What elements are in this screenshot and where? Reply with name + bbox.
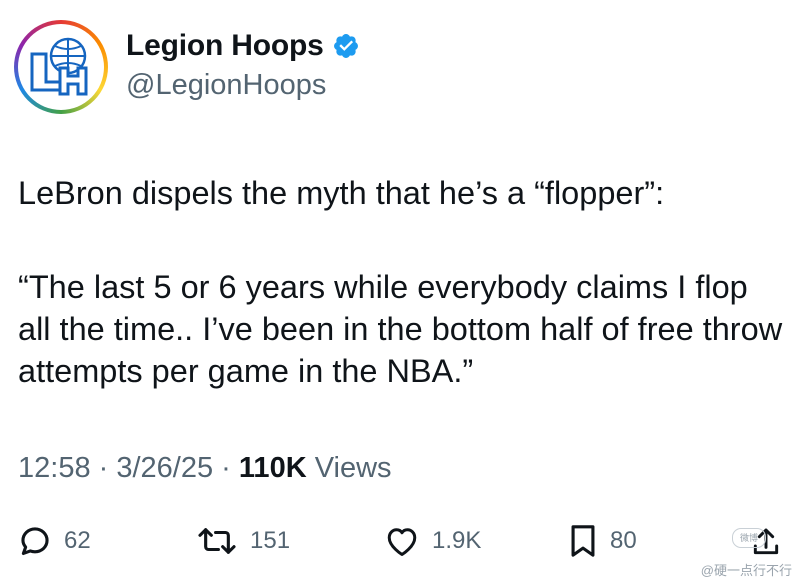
watermark-text: @硬一点行不行 <box>700 563 792 578</box>
tweet-headline: LeBron dispels the myth that he’s a “flo… <box>18 175 665 211</box>
tweet-text: LeBron dispels the myth that he’s a “flo… <box>18 172 788 392</box>
watermark-badge: 微博 <box>732 528 766 548</box>
account-handle[interactable]: @LegionHoops <box>126 69 360 102</box>
verified-badge-icon <box>333 33 358 58</box>
tweet-actions: 62 151 1.9K 80 <box>16 520 796 560</box>
bookmark-button[interactable]: 80 <box>568 524 637 558</box>
display-name[interactable]: Legion Hoops <box>126 29 324 63</box>
bookmark-count: 80 <box>610 527 637 554</box>
repost-count: 151 <box>250 527 291 554</box>
views-label: Views <box>306 452 392 484</box>
reply-count: 62 <box>64 527 91 554</box>
avatar[interactable] <box>14 20 108 114</box>
like-button[interactable]: 1.9K <box>384 524 481 558</box>
like-count: 1.9K <box>432 527 482 554</box>
views-count: 110K <box>238 452 307 484</box>
legion-hoops-logo-icon <box>30 37 88 96</box>
tweet-time[interactable]: 12:58 <box>18 452 91 484</box>
tweet-quote: “The last 5 or 6 years while everybody c… <box>18 269 783 389</box>
repost-icon <box>198 528 236 554</box>
tweet-header: Legion Hoops @LegionHoops <box>14 20 360 114</box>
heart-icon <box>387 528 417 556</box>
reply-button[interactable]: 62 <box>18 524 91 558</box>
repost-button[interactable]: 151 <box>196 524 290 558</box>
tweet-date[interactable]: 3/26/25 <box>116 452 213 484</box>
reply-icon <box>21 527 49 556</box>
tweet-meta: 12:58 · 3/26/25 · 110K Views <box>18 452 392 484</box>
bookmark-icon <box>571 525 595 557</box>
